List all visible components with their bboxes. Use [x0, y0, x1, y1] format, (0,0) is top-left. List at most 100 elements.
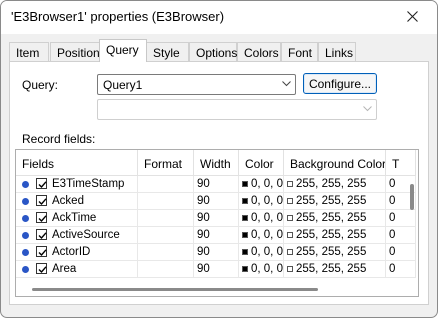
format-cell[interactable]	[138, 244, 194, 261]
field-cell[interactable]: ActiveSource	[16, 227, 138, 244]
color-swatch	[287, 215, 293, 221]
t-value: 0	[389, 178, 396, 190]
tab-label: Query	[106, 43, 139, 57]
tab-label: Item	[16, 46, 40, 60]
tab-item[interactable]: Item	[9, 42, 49, 62]
table-row[interactable]: E3TimeStamp 90 0, 0, 0 255, 255, 255 0	[16, 176, 416, 193]
table-row[interactable]: Acked 90 0, 0, 0 255, 255, 255 0	[16, 193, 416, 210]
checkmark-icon	[38, 232, 47, 240]
t-value: 0	[389, 212, 396, 224]
color-cell[interactable]: 0, 0, 0	[239, 193, 284, 210]
bgcolor-value: 255, 255, 255	[296, 195, 367, 207]
width-cell[interactable]: 90	[194, 244, 239, 261]
width-cell[interactable]: 90	[194, 227, 239, 244]
field-dot-icon	[22, 198, 29, 205]
field-name: ActorID	[52, 246, 91, 258]
tab-label: Colors	[244, 46, 279, 60]
table-row[interactable]: AckTime 90 0, 0, 0 255, 255, 255 0	[16, 210, 416, 227]
tab-label: Options	[196, 46, 238, 60]
record-fields-label: Record fields:	[22, 132, 96, 146]
format-cell[interactable]	[138, 176, 194, 193]
table-row[interactable]: ActiveSource 90 0, 0, 0 255, 255, 255 0	[16, 227, 416, 244]
width-cell[interactable]: 90	[194, 210, 239, 227]
color-swatch	[287, 181, 293, 187]
horizontal-scrollbar[interactable]	[16, 284, 408, 296]
width-cell[interactable]: 90	[194, 261, 239, 278]
close-button[interactable]	[395, 3, 431, 31]
column-header-bgcolor[interactable]: Background Color	[284, 150, 386, 176]
t-value: 0	[389, 263, 396, 275]
record-fields-grid[interactable]: Fields Format Width Color Background Color T E…	[15, 149, 419, 297]
format-cell[interactable]	[138, 210, 194, 227]
field-cell[interactable]: Area	[16, 261, 138, 278]
bgcolor-cell[interactable]: 255, 255, 255	[284, 210, 386, 227]
field-cell[interactable]: ActorID	[16, 244, 138, 261]
field-checkbox[interactable]	[36, 229, 47, 240]
horizontal-scroll-thumb[interactable]	[32, 288, 318, 291]
field-checkbox[interactable]	[36, 195, 47, 206]
field-cell[interactable]: AckTime	[16, 210, 138, 227]
field-checkbox[interactable]	[36, 212, 47, 223]
secondary-select	[97, 99, 377, 120]
bgcolor-cell[interactable]: 255, 255, 255	[284, 244, 386, 261]
column-header-color[interactable]: Color	[239, 150, 284, 176]
color-cell[interactable]: 0, 0, 0	[239, 210, 284, 227]
format-cell[interactable]	[138, 227, 194, 244]
bgcolor-value: 255, 255, 255	[296, 246, 367, 258]
width-value: 90	[197, 178, 210, 190]
tab-options[interactable]: Options	[189, 42, 237, 62]
tab-label: Position	[57, 46, 100, 60]
width-cell[interactable]: 90	[194, 193, 239, 210]
table-row[interactable]: ActorID 90 0, 0, 0 255, 255, 255 0	[16, 244, 416, 261]
chevron-down-icon	[282, 81, 291, 87]
configure-button[interactable]: Configure...	[303, 73, 377, 94]
vertical-scroll-thumb[interactable]	[410, 184, 414, 210]
column-header-width[interactable]: Width	[194, 150, 239, 176]
tab-position[interactable]: Position	[50, 42, 100, 62]
bgcolor-cell[interactable]: 255, 255, 255	[284, 261, 386, 278]
field-checkbox[interactable]	[36, 246, 47, 257]
field-name: Area	[52, 263, 77, 275]
color-cell[interactable]: 0, 0, 0	[239, 244, 284, 261]
field-dot-icon	[22, 215, 29, 222]
tab-font[interactable]: Font	[281, 42, 318, 62]
format-cell[interactable]	[138, 193, 194, 210]
t-value: 0	[389, 246, 396, 258]
field-checkbox[interactable]	[36, 178, 47, 189]
vertical-scrollbar[interactable]	[408, 177, 417, 285]
t-value: 0	[389, 195, 396, 207]
width-cell[interactable]: 90	[194, 176, 239, 193]
tab-colors[interactable]: Colors	[237, 42, 281, 62]
color-swatch	[242, 266, 248, 272]
query-select[interactable]: Query1	[97, 74, 296, 95]
tab-label: Style	[153, 46, 180, 60]
bgcolor-cell[interactable]: 255, 255, 255	[284, 176, 386, 193]
column-header-fields[interactable]: Fields	[16, 150, 138, 176]
bgcolor-cell[interactable]: 255, 255, 255	[284, 227, 386, 244]
color-value: 0, 0, 0	[251, 246, 283, 258]
chevron-down-icon	[363, 106, 372, 112]
color-cell[interactable]: 0, 0, 0	[239, 261, 284, 278]
table-row[interactable]: Area 90 0, 0, 0 255, 255, 255 0	[16, 261, 416, 278]
checkmark-icon	[38, 249, 47, 257]
field-dot-icon	[22, 232, 29, 239]
column-header-format[interactable]: Format	[138, 150, 194, 176]
color-value: 0, 0, 0	[251, 178, 283, 190]
field-name: ActiveSource	[52, 229, 120, 241]
color-cell[interactable]: 0, 0, 0	[239, 176, 284, 193]
color-cell[interactable]: 0, 0, 0	[239, 227, 284, 244]
bgcolor-value: 255, 255, 255	[296, 178, 367, 190]
width-value: 90	[197, 195, 210, 207]
field-cell[interactable]: Acked	[16, 193, 138, 210]
tab-query[interactable]: Query	[99, 39, 147, 62]
window-title: 'E3Browser1' properties (E3Browser)	[11, 9, 225, 24]
field-name: Acked	[52, 195, 84, 207]
field-cell[interactable]: E3TimeStamp	[16, 176, 138, 193]
column-header-t[interactable]: T	[386, 150, 416, 176]
color-value: 0, 0, 0	[251, 263, 283, 275]
field-checkbox[interactable]	[36, 263, 47, 274]
tab-style[interactable]: Style	[146, 42, 189, 62]
bgcolor-cell[interactable]: 255, 255, 255	[284, 193, 386, 210]
format-cell[interactable]	[138, 261, 194, 278]
tab-links[interactable]: Links	[318, 42, 356, 62]
